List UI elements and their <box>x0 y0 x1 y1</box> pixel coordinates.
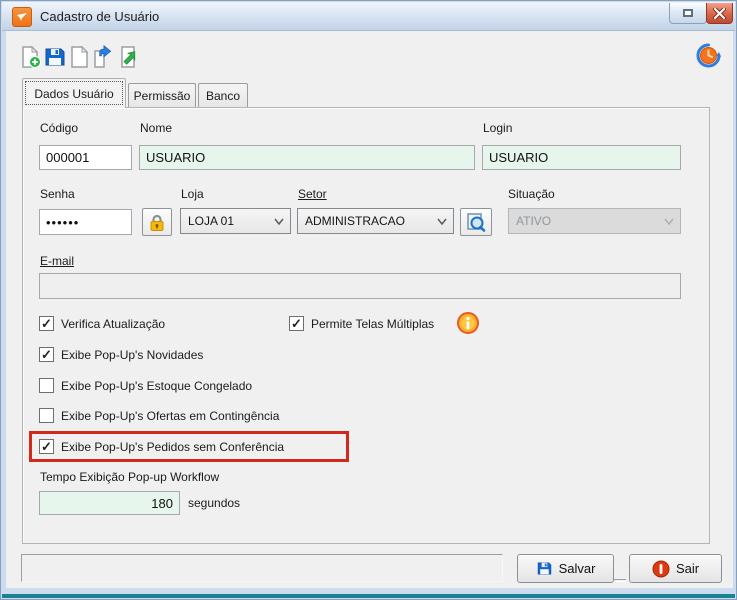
tab-dados-usuario-label: Dados Usuário <box>34 87 113 101</box>
footer-divider <box>614 579 626 582</box>
title-bar[interactable]: Cadastro de Usuário <box>2 2 735 31</box>
tab-permissao-label: Permissão <box>134 89 191 103</box>
info-icon <box>456 311 480 335</box>
email-label: E-mail <box>40 254 74 268</box>
checkbox-label: Exibe Pop-Up's Pedidos sem Conferência <box>61 440 284 454</box>
senha-label: Senha <box>40 187 75 201</box>
checkbox-box[interactable] <box>39 439 54 454</box>
tab-permissao[interactable]: Permissão <box>128 83 196 108</box>
new-record-button[interactable] <box>18 45 42 69</box>
email-field[interactable] <box>39 273 681 299</box>
timer-refresh-button[interactable] <box>695 42 722 69</box>
save-record-button[interactable] <box>43 45 67 69</box>
codigo-field[interactable] <box>39 145 132 170</box>
restore-window-button[interactable] <box>669 3 707 24</box>
setor-select[interactable]: ADMINISTRACAO <box>297 208 454 234</box>
senha-field[interactable] <box>39 209 132 235</box>
loja-label: Loja <box>181 187 204 201</box>
status-bar <box>21 554 503 582</box>
close-icon <box>713 8 726 19</box>
login-field[interactable] <box>482 145 681 170</box>
import-button[interactable] <box>116 45 140 69</box>
checkbox-label: Verifica Atualização <box>61 317 165 331</box>
sair-button-label: Sair <box>676 561 699 576</box>
checkbox-label: Exibe Pop-Up's Novidades <box>61 348 203 362</box>
checkbox-label: Permite Telas Múltiplas <box>311 317 434 331</box>
password-lock-button[interactable] <box>142 208 172 236</box>
checkbox-label: Exibe Pop-Up's Estoque Congelado <box>61 379 252 393</box>
tab-banco-label: Banco <box>206 89 240 103</box>
chevron-down-icon <box>274 218 284 225</box>
close-window-button[interactable] <box>706 3 733 24</box>
situacao-selected-value: ATIVO <box>516 214 551 228</box>
sair-button[interactable]: Sair <box>629 554 722 583</box>
app-icon <box>12 7 32 27</box>
blank-page-icon <box>67 45 91 69</box>
tempo-unit-label: segundos <box>188 496 240 510</box>
new-record-icon <box>18 45 42 69</box>
checkbox-popup-novidades[interactable]: Exibe Pop-Up's Novidades <box>39 347 203 362</box>
tempo-exibicao-label: Tempo Exibição Pop-up Workflow <box>40 470 219 484</box>
dialog-window: Cadastro de Usuário <box>0 0 737 600</box>
chevron-down-icon <box>437 218 447 225</box>
nome-field[interactable] <box>139 145 475 170</box>
export-icon <box>91 45 115 69</box>
loja-select[interactable]: LOJA 01 <box>180 208 291 234</box>
checkbox-popup-estoque-congelado[interactable]: Exibe Pop-Up's Estoque Congelado <box>39 378 252 393</box>
chevron-down-icon <box>664 218 674 225</box>
checkbox-box[interactable] <box>39 408 54 423</box>
tab-banco[interactable]: Banco <box>198 83 248 108</box>
clear-form-button[interactable] <box>67 45 91 69</box>
app-logo-icon <box>16 11 28 23</box>
save-icon <box>43 45 67 69</box>
checkbox-box[interactable] <box>39 378 54 393</box>
telas-multiplas-info-button[interactable] <box>456 311 480 335</box>
search-icon <box>466 212 486 232</box>
salvar-button-label: Salvar <box>559 561 596 576</box>
checkbox-popup-ofertas-contingencia[interactable]: Exibe Pop-Up's Ofertas em Contingência <box>39 408 279 423</box>
situacao-select: ATIVO <box>508 208 681 234</box>
loja-selected-value: LOJA 01 <box>188 214 234 228</box>
client-area: Dados Usuário Permissão Banco Código Nom… <box>6 31 733 588</box>
tab-dados-usuario[interactable]: Dados Usuário <box>22 78 126 108</box>
checkbox-box[interactable] <box>39 316 54 331</box>
export-button[interactable] <box>91 45 115 69</box>
checkbox-label: Exibe Pop-Up's Ofertas em Contingência <box>61 409 279 423</box>
nome-label: Nome <box>140 121 172 135</box>
checkbox-box[interactable] <box>289 316 304 331</box>
setor-selected-value: ADMINISTRACAO <box>305 214 405 228</box>
restore-icon <box>683 9 693 17</box>
tempo-exibicao-field[interactable] <box>39 491 180 515</box>
window-title: Cadastro de Usuário <box>40 2 159 31</box>
timer-refresh-icon <box>695 42 722 69</box>
situacao-label: Situação <box>508 187 555 201</box>
lock-icon <box>148 213 166 232</box>
salvar-button[interactable]: Salvar <box>517 554 614 583</box>
codigo-label: Código <box>40 121 78 135</box>
save-icon <box>536 560 553 577</box>
checkbox-verifica-atualizacao[interactable]: Verifica Atualização <box>39 316 165 331</box>
exit-icon <box>652 560 670 578</box>
import-icon <box>116 45 140 69</box>
setor-label: Setor <box>298 187 327 201</box>
tab-pane-dados-usuario: Código Nome Login Senha Loja Setor Situa… <box>22 107 710 544</box>
checkbox-permite-telas-multiplas[interactable]: Permite Telas Múltiplas <box>289 316 434 331</box>
setor-search-button[interactable] <box>460 208 492 236</box>
login-label: Login <box>483 121 512 135</box>
checkbox-popup-pedidos-sem-conferencia[interactable]: Exibe Pop-Up's Pedidos sem Conferência <box>39 439 284 454</box>
window-bottom-edge <box>2 594 735 598</box>
checkbox-box[interactable] <box>39 347 54 362</box>
